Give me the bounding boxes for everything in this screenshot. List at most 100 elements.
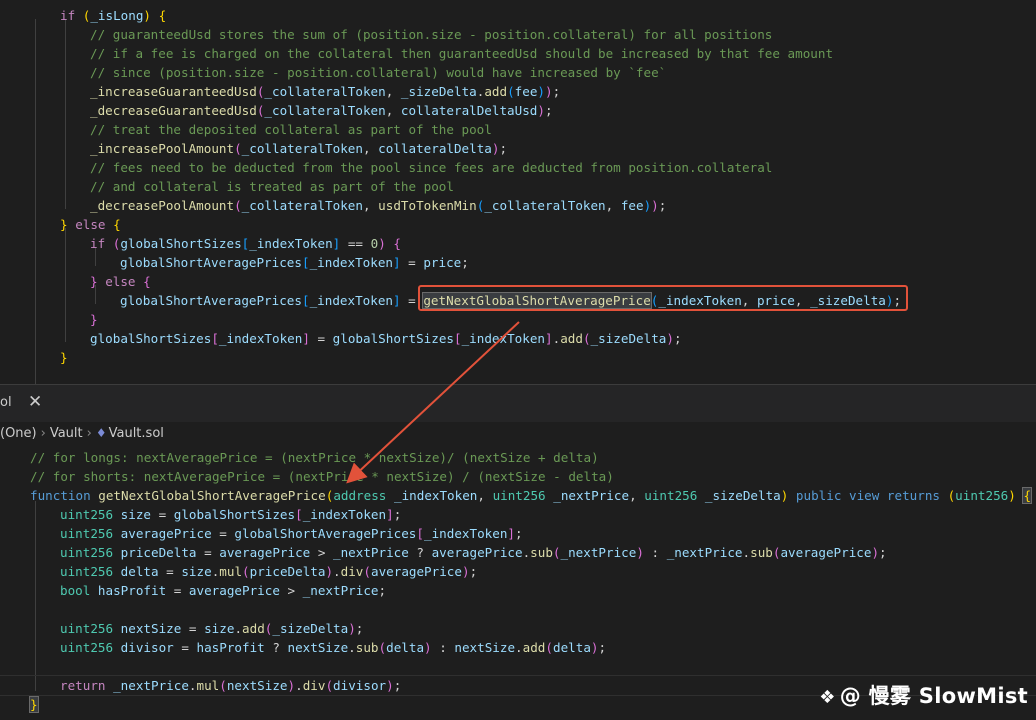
code-token: hasProfit <box>97 583 167 598</box>
chevron-right-icon: › <box>40 426 46 441</box>
code-token: ) <box>378 236 386 251</box>
code-token: [ <box>295 507 303 522</box>
code-line[interactable]: uint256 averagePrice = globalShortAverag… <box>60 524 523 543</box>
breadcrumb-item-vault[interactable]: Vault <box>50 423 83 445</box>
code-token: } <box>60 350 68 365</box>
code-token: ] <box>545 331 553 346</box>
code-line[interactable]: // fees need to be deducted from the poo… <box>90 158 772 177</box>
code-token: ; <box>598 640 607 655</box>
code-line[interactable]: // guaranteedUsd stores the sum of (posi… <box>90 25 772 44</box>
code-token: ) <box>325 564 334 579</box>
code-token: add <box>560 331 583 346</box>
editor-pane-top[interactable]: if (_isLong) {// guaranteedUsd stores th… <box>0 0 1036 384</box>
solidity-file-icon: ♦ <box>95 426 107 440</box>
close-icon[interactable]: ✕ <box>28 392 42 412</box>
code-token: , <box>477 488 493 503</box>
code-token: _indexToken <box>461 331 545 346</box>
code-line[interactable]: uint256 nextSize = size.add(_sizeDelta); <box>60 619 363 638</box>
code-line[interactable]: _increaseGuaranteedUsd (_collateralToken,… <box>90 82 560 101</box>
code-token: else <box>105 274 136 289</box>
code-line[interactable]: } else { <box>90 272 151 291</box>
code-line[interactable]: } <box>29 695 39 714</box>
code-token: priceDelta <box>249 564 326 579</box>
code-token: . <box>348 640 356 655</box>
code-token: fee <box>514 84 538 99</box>
code-token: _increasePoolAmount <box>90 141 235 156</box>
code-token: address <box>333 488 394 503</box>
code-line[interactable]: _decreasePoolAmount( _collateralToken, us… <box>90 196 666 215</box>
code-token: } <box>60 217 68 232</box>
code-token: _nextPrice <box>302 583 379 598</box>
code-token: if <box>60 8 83 23</box>
code-token: averagePrice <box>780 545 872 560</box>
code-token: _nextPrice <box>553 488 630 503</box>
code-line[interactable]: // for shorts: nextAveragePrice = (nextP… <box>30 467 614 486</box>
code-token: . <box>333 564 341 579</box>
editor-tab-bar: ol ✕ <box>0 384 1036 423</box>
code-line[interactable]: // and collateral is treated as part of … <box>90 177 454 196</box>
code-line[interactable]: // if a fee is charged on the collateral… <box>90 44 833 63</box>
code-token: globalShortSizes <box>120 236 242 251</box>
code-token: ; <box>393 507 402 522</box>
code-token: bool <box>60 583 98 598</box>
code-token: _sizeDelta <box>272 621 349 636</box>
code-line[interactable]: } else { <box>60 215 121 234</box>
code-token: usdToTokenMin <box>378 198 477 213</box>
code-token: : <box>431 640 455 655</box>
code-line[interactable]: // since (position.size - position.colla… <box>90 63 666 82</box>
code-line[interactable]: globalShortAveragePrices[_indexToken] = … <box>120 253 469 272</box>
code-line[interactable]: uint256 delta = size.mul(priceDelta).div… <box>60 562 477 581</box>
code-token: ; <box>378 583 387 598</box>
code-token: : <box>643 545 667 560</box>
code-token: _decreasePoolAmount <box>90 198 235 213</box>
code-line[interactable]: function getNextGlobalShortAveragePrice(… <box>30 486 1032 505</box>
chevron-right-icon: › <box>86 426 92 441</box>
code-line[interactable]: // treat the deposited collateral as par… <box>90 120 492 139</box>
breadcrumb-item-contract[interactable]: (One) <box>0 423 37 445</box>
code-token: globalShortSizes <box>90 331 212 346</box>
code-token: . <box>742 545 751 560</box>
code-line[interactable]: uint256 priceDelta = averagePrice > _nex… <box>60 543 887 562</box>
code-token: averagePrice <box>431 545 523 560</box>
code-line[interactable]: globalShortSizes[_indexToken] = globalSh… <box>90 329 682 348</box>
tab-label[interactable]: ol <box>0 395 12 410</box>
code-token: ( <box>234 198 242 213</box>
code-token: ) <box>590 640 599 655</box>
code-line[interactable]: bool hasProfit = averagePrice > _nextPri… <box>60 581 386 600</box>
code-token: ; <box>544 103 553 118</box>
code-token: uint256 <box>60 507 121 522</box>
code-token: uint256 <box>60 526 121 541</box>
code-token: function <box>30 488 99 503</box>
code-line[interactable]: if (_isLong) { <box>60 6 166 25</box>
code-line[interactable]: } <box>60 348 68 367</box>
code-token: ) <box>636 545 644 560</box>
code-token: _indexToken <box>218 331 303 346</box>
code-line[interactable]: uint256 size = globalShortSizes[_indexTo… <box>60 505 401 524</box>
code-token: , <box>605 198 621 213</box>
code-token: averagePrice <box>370 564 462 579</box>
code-token: nextSize <box>454 640 516 655</box>
code-line[interactable]: _increasePoolAmount(_collateralToken, co… <box>90 139 507 158</box>
code-line[interactable]: if (globalShortSizes[_indexToken] == 0) … <box>90 234 401 253</box>
code-line[interactable]: uint256 divisor = hasProfit ? nextSize.s… <box>60 638 606 657</box>
code-token: divisor <box>120 640 174 655</box>
code-token: = <box>309 331 333 346</box>
code-token: // since (position.size - position.colla… <box>90 65 667 80</box>
code-token: ( <box>378 640 387 655</box>
code-token: _isLong <box>90 8 144 23</box>
code-token: _sizeDelta <box>590 331 667 346</box>
code-line[interactable]: _decreaseGuaranteedUsd(_collateralToken,… <box>90 101 553 120</box>
code-token: = <box>211 526 235 541</box>
code-token: ( <box>363 564 371 579</box>
code-token: uint256 <box>60 564 121 579</box>
indent-guide <box>65 19 66 209</box>
code-line[interactable]: // for longs: nextAveragePrice = (nextPr… <box>30 448 599 467</box>
code-token: _collateralToken <box>484 198 606 213</box>
breadcrumb-item-file[interactable]: Vault.sol <box>109 423 164 445</box>
code-token: _indexToken <box>309 255 393 270</box>
slowmist-logo-icon: ❖ <box>819 687 836 708</box>
code-line[interactable]: } <box>90 310 98 329</box>
code-token: nextSize <box>120 621 182 636</box>
